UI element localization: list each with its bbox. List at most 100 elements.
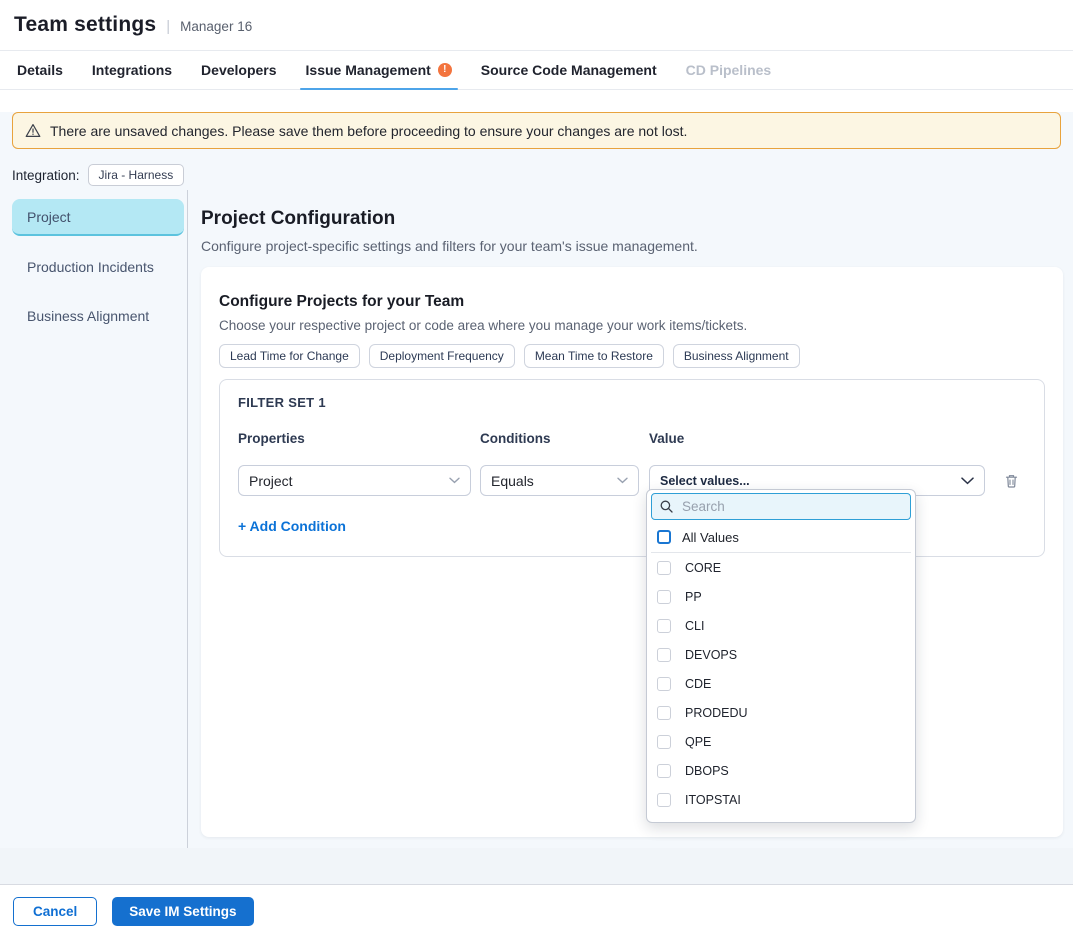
conditions-select-value: Equals — [491, 473, 534, 489]
warning-icon — [25, 123, 41, 138]
tab-label: Details — [17, 62, 63, 78]
save-im-settings-button[interactable]: Save IM Settings — [112, 897, 253, 926]
chevron-down-icon — [449, 477, 460, 484]
value-option-label: ITOPSTAI — [685, 793, 741, 807]
tab-details[interactable]: Details — [16, 51, 64, 89]
sidebar-item-label: Project — [27, 209, 71, 225]
search-icon — [660, 500, 673, 513]
value-option-label: CORE — [685, 561, 721, 575]
sidebar-item-project[interactable]: Project — [12, 199, 184, 236]
value-option-label: DEVOPS — [685, 648, 737, 662]
banner-text: There are unsaved changes. Please save t… — [50, 123, 687, 139]
sidebar: Project Production Incidents Business Al… — [0, 190, 188, 848]
value-option-label: CLI — [685, 619, 704, 633]
sidebar-item-label: Business Alignment — [27, 308, 149, 324]
page-subtitle: Manager 16 — [180, 19, 252, 34]
value-option-label: DBOPS — [685, 764, 729, 778]
tab-label: Issue Management — [306, 62, 431, 78]
metric-chip-deployment-frequency[interactable]: Deployment Frequency — [369, 344, 515, 368]
metric-chip-lead-time-for-change[interactable]: Lead Time for Change — [219, 344, 360, 368]
tab-cd-pipelines: CD Pipelines — [685, 51, 773, 89]
value-option-checkbox[interactable] — [657, 648, 671, 662]
card-subtitle: Choose your respective project or code a… — [219, 318, 1045, 333]
value-option-checkbox[interactable] — [657, 706, 671, 720]
team-settings-page: Team settings | Manager 16 Details Integ… — [0, 0, 1073, 951]
sidebar-item-business-alignment[interactable]: Business Alignment — [12, 297, 184, 334]
value-option-checkbox[interactable] — [657, 619, 671, 633]
footer-gradient-strip — [0, 848, 1073, 884]
main-panel: Project Configuration Configure project-… — [188, 190, 1073, 848]
integration-row: Integration: Jira - Harness — [12, 164, 1073, 186]
section-subtitle: Configure project-specific settings and … — [201, 238, 1063, 254]
tab-label: Developers — [201, 62, 276, 78]
title-separator: | — [166, 18, 170, 35]
value-option-checkbox[interactable] — [657, 590, 671, 604]
value-option-label: CDE — [685, 677, 711, 691]
value-column-label: Value — [649, 431, 684, 446]
chevron-down-icon — [617, 477, 628, 484]
value-option-prodedu[interactable]: PRODEDU — [651, 698, 911, 727]
metric-chip-mean-time-to-restore[interactable]: Mean Time to Restore — [524, 344, 664, 368]
sidebar-item-production-incidents[interactable]: Production Incidents — [12, 248, 184, 285]
delete-filter-button[interactable] — [1004, 473, 1019, 489]
value-option-label: PP — [685, 590, 702, 604]
tab-issue-management[interactable]: Issue Management ! — [305, 51, 453, 89]
value-option-pp[interactable]: PP — [651, 582, 911, 611]
filter-column-labels: Properties Conditions Value — [238, 431, 1034, 446]
footer-bar: Cancel Save IM Settings — [0, 884, 1073, 937]
tab-developers[interactable]: Developers — [200, 51, 277, 89]
unsaved-changes-banner: There are unsaved changes. Please save t… — [12, 112, 1061, 149]
value-option-checkbox[interactable] — [657, 764, 671, 778]
integration-chip[interactable]: Jira - Harness — [88, 164, 185, 186]
page-title: Team settings — [14, 13, 156, 37]
all-values-label: All Values — [682, 530, 739, 545]
tab-label: CD Pipelines — [686, 62, 772, 78]
tab-integrations[interactable]: Integrations — [91, 51, 173, 89]
trash-icon — [1004, 473, 1019, 489]
properties-select-value: Project — [249, 473, 293, 489]
project-config-card: Configure Projects for your Team Choose … — [201, 267, 1063, 837]
add-condition-button[interactable]: + Add Condition — [238, 518, 346, 534]
filter-set-title: FILTER SET 1 — [238, 395, 1034, 410]
tab-source-code-management[interactable]: Source Code Management — [480, 51, 658, 89]
value-option-dbops[interactable]: DBOPS — [651, 756, 911, 785]
alert-badge: ! — [438, 63, 452, 77]
section-title: Project Configuration — [201, 208, 1063, 230]
value-option-checkbox[interactable] — [657, 793, 671, 807]
value-option-cde[interactable]: CDE — [651, 669, 911, 698]
value-option-pipe[interactable]: PIPE — [651, 814, 911, 823]
filter-set-1: FILTER SET 1 Properties Conditions Value… — [219, 379, 1045, 557]
value-option-label: QPE — [685, 735, 711, 749]
properties-select[interactable]: Project — [238, 465, 471, 496]
card-title: Configure Projects for your Team — [219, 293, 1045, 311]
integration-label: Integration: — [12, 168, 80, 183]
chevron-down-icon — [961, 477, 974, 485]
sidebar-item-label: Production Incidents — [27, 259, 154, 275]
value-option-label: PRODEDU — [685, 706, 748, 720]
metric-chip-business-alignment[interactable]: Business Alignment — [673, 344, 800, 368]
value-option-qpe[interactable]: QPE — [651, 727, 911, 756]
conditions-column-label: Conditions — [480, 431, 649, 446]
value-option-checkbox[interactable] — [657, 822, 671, 824]
value-option-checkbox[interactable] — [657, 561, 671, 575]
value-option-checkbox[interactable] — [657, 735, 671, 749]
value-options-list: CORE PP CLI DEVOPS CDE PRODEDU QPE DBOPS… — [651, 553, 911, 823]
value-option-devops[interactable]: DEVOPS — [651, 640, 911, 669]
page-header: Team settings | Manager 16 — [0, 0, 1073, 51]
select-all-values-row[interactable]: All Values — [651, 522, 911, 553]
value-option-checkbox[interactable] — [657, 677, 671, 691]
properties-column-label: Properties — [238, 431, 480, 446]
value-option-label: PIPE — [685, 822, 714, 824]
cancel-button[interactable]: Cancel — [13, 897, 97, 926]
value-option-cli[interactable]: CLI — [651, 611, 911, 640]
value-option-core[interactable]: CORE — [651, 553, 911, 582]
value-search-input[interactable] — [680, 498, 902, 515]
metric-chips: Lead Time for Change Deployment Frequency… — [219, 344, 1045, 368]
tab-label: Source Code Management — [481, 62, 657, 78]
value-search-box[interactable] — [651, 493, 911, 520]
value-dropdown-panel: All Values CORE PP CLI DEVOPS CDE PRODED… — [646, 489, 916, 823]
tab-bar: Details Integrations Developers Issue Ma… — [0, 51, 1073, 90]
value-option-itopstai[interactable]: ITOPSTAI — [651, 785, 911, 814]
conditions-select[interactable]: Equals — [480, 465, 639, 496]
all-values-checkbox[interactable] — [657, 530, 671, 544]
